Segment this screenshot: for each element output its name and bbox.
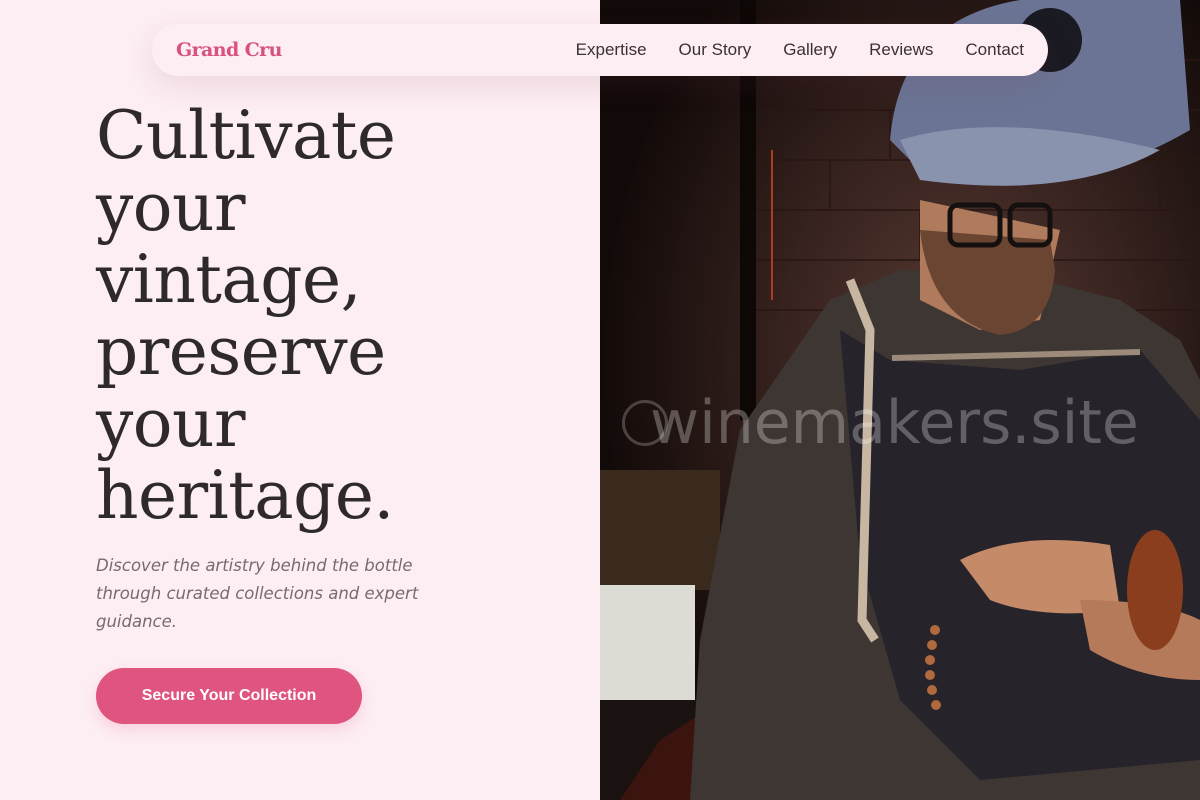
nav-links: Expertise Our Story Gallery Reviews Cont… (576, 40, 1024, 60)
nav-item-contact[interactable]: Contact (965, 40, 1024, 60)
hero-subtext: Discover the artistry behind the bottle … (96, 556, 419, 631)
brand-logo[interactable]: Grand Cru (176, 39, 282, 61)
headline-line: preserve (96, 313, 386, 390)
hero-headline: Cultivate your vintage, preserve your he… (96, 100, 516, 532)
headline-line: your (96, 385, 246, 462)
secure-collection-button[interactable]: Secure Your Collection (96, 668, 362, 724)
headline-line: Cultivate (96, 97, 396, 174)
nav-item-expertise[interactable]: Expertise (576, 40, 647, 60)
photo-watermark: winemakers.site (650, 388, 1139, 458)
headline-line: your (96, 169, 246, 246)
nav-item-gallery[interactable]: Gallery (783, 40, 837, 60)
nav-item-our-story[interactable]: Our Story (679, 40, 752, 60)
headline-line: vintage, (96, 241, 362, 318)
headline-line: heritage. (96, 457, 394, 534)
nav-item-reviews[interactable]: Reviews (869, 40, 933, 60)
navbar: Grand Cru Expertise Our Story Gallery Re… (152, 24, 1048, 76)
